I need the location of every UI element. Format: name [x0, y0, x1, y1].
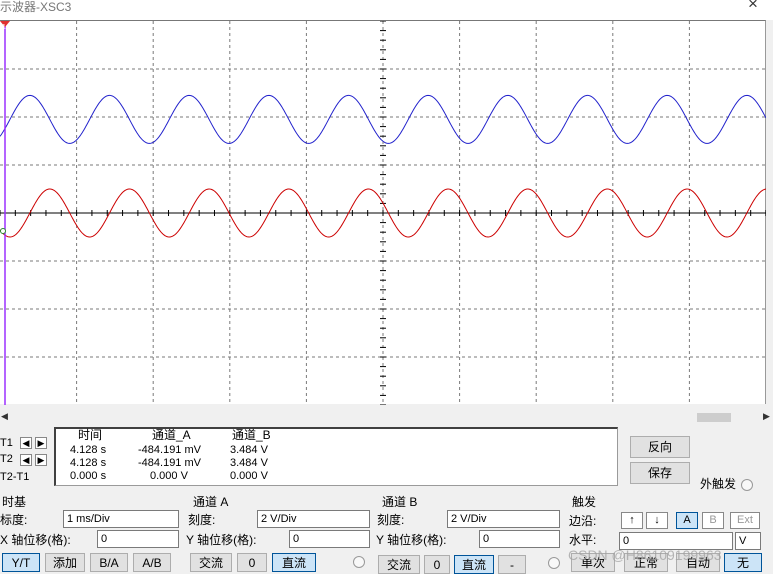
channel-a-marker-icon	[0, 228, 6, 234]
trigger-level-unit: V	[735, 532, 761, 550]
channel-a-header: 通道_A	[152, 428, 191, 442]
channel-a-dc-button[interactable]: 直流	[272, 553, 316, 572]
trigger-title: 触发	[572, 495, 597, 509]
channel-a-ac-button[interactable]: 交流	[190, 553, 232, 572]
cursor-marker-label: 1	[2, 24, 6, 31]
timebase-title: 时基	[2, 495, 27, 509]
t2-right-icon[interactable]: ▶	[35, 454, 47, 466]
x-position-field[interactable]: 0	[97, 530, 179, 548]
waveform-display: 1	[0, 21, 766, 405]
diff-channel-b: 0.000 V	[230, 470, 268, 482]
cursor-t1-label: T1	[0, 437, 13, 449]
channel-b-dc-button[interactable]: 直流	[454, 555, 494, 574]
title-bar	[0, 0, 773, 20]
yt-mode-button[interactable]: Y/T	[2, 553, 40, 572]
channel-b-ypos-field[interactable]: 0	[479, 530, 560, 548]
trigger-level-label: 水平:	[569, 533, 597, 547]
scroll-right-icon[interactable]: ▶	[763, 411, 770, 422]
t2-channel-b: 3.484 V	[230, 457, 268, 469]
t1-channel-b: 3.484 V	[230, 444, 268, 456]
t2-channel-a: -484.191 mV	[138, 457, 201, 469]
cursor-t2-label: T2	[0, 453, 13, 465]
ab-mode-button[interactable]: A/B	[133, 553, 171, 572]
trigger-source-b-button[interactable]: B	[702, 512, 724, 529]
horizontal-scrollbar[interactable]	[0, 410, 773, 426]
channel-b-header: 通道_B	[232, 428, 271, 442]
channel-a-scale-label: 刻度:	[188, 513, 216, 527]
t1-right-icon[interactable]: ▶	[35, 437, 47, 449]
save-button[interactable]: 保存	[630, 462, 690, 484]
t1-channel-a: -484.191 mV	[138, 444, 201, 456]
none-trigger-button[interactable]: 无	[724, 553, 762, 572]
time-header: 时间	[78, 428, 103, 442]
add-mode-button[interactable]: 添加	[45, 553, 85, 572]
channel-b-minus-button[interactable]: -	[498, 555, 526, 574]
x-position-label: X 轴位移(格):	[0, 533, 71, 547]
timebase-scale-field[interactable]: 1 ms/Div	[63, 510, 179, 528]
channel-b-scale-label: 刻度:	[377, 513, 405, 527]
rising-edge-icon[interactable]: ↑	[621, 512, 643, 529]
scroll-thumb[interactable]	[697, 413, 731, 422]
falling-edge-icon[interactable]: ↓	[646, 512, 668, 529]
channel-a-ypos-label: Y 轴位移(格):	[186, 533, 257, 547]
channel-b-ac-button[interactable]: 交流	[378, 555, 420, 574]
close-button[interactable]: ×	[748, 0, 758, 13]
channel-a-radio[interactable]	[353, 556, 365, 568]
ext-trigger-radio[interactable]	[741, 479, 753, 491]
channel-b-title: 通道 B	[382, 495, 418, 509]
watermark: CSDN @H86109199963	[568, 547, 722, 563]
t2-left-icon[interactable]: ◀	[20, 454, 32, 466]
trigger-source-a-button[interactable]: A	[676, 512, 698, 529]
reverse-button[interactable]: 反向	[630, 436, 690, 458]
trigger-edge-label: 边沿:	[569, 514, 597, 528]
channel-b-radio[interactable]	[548, 557, 560, 569]
t1-left-icon[interactable]: ◀	[20, 437, 32, 449]
channel-b-zero-button[interactable]: 0	[424, 555, 450, 574]
channel-a-title: 通道 A	[193, 495, 229, 509]
ext-trigger-label: 外触发	[700, 477, 737, 491]
cursor-diff-label: T2-T1	[0, 471, 30, 483]
ba-mode-button[interactable]: B/A	[90, 553, 128, 572]
scroll-left-icon[interactable]: ◀	[1, 411, 8, 422]
channel-a-scale-field[interactable]: 2 V/Div	[257, 510, 370, 528]
channel-a-zero-button[interactable]: 0	[237, 553, 267, 572]
oscilloscope-screen: 1	[0, 20, 766, 405]
window-title: 示波器-XSC3	[0, 0, 72, 14]
timebase-scale-label: 标度:	[0, 513, 28, 527]
trigger-source-ext-button[interactable]: Ext	[730, 512, 760, 529]
t2-time: 4.128 s	[70, 457, 107, 469]
channel-b-scale-field[interactable]: 2 V/Div	[447, 510, 560, 528]
t1-time: 4.128 s	[70, 444, 107, 456]
diff-time: 0.000 s	[70, 470, 107, 482]
channel-a-ypos-field[interactable]: 0	[289, 530, 370, 548]
diff-channel-a: 0.000 V	[150, 470, 188, 482]
channel-b-ypos-label: Y 轴位移(格):	[376, 533, 447, 547]
